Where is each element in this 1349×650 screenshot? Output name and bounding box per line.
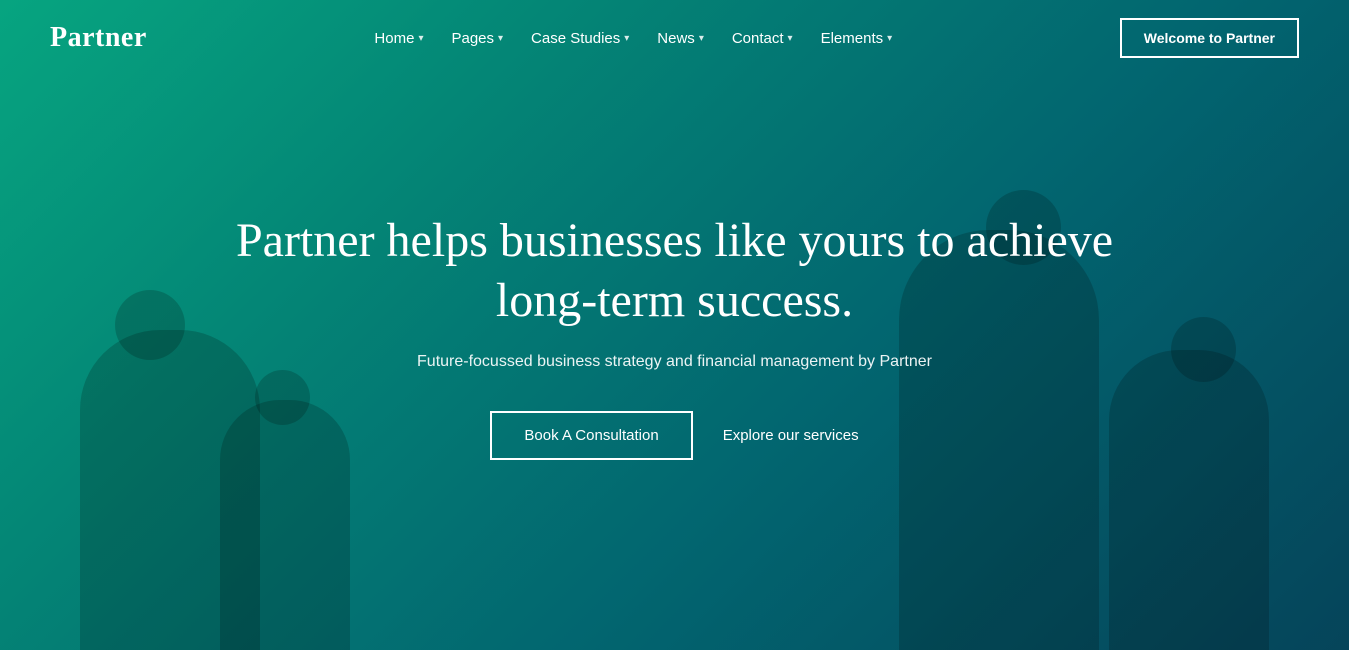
nav-link-case-studies[interactable]: Case Studies ▾ [521, 24, 639, 53]
hero-subheadline: Future-focussed business strategy and fi… [200, 353, 1149, 371]
nav-item-pages[interactable]: Pages ▾ [441, 24, 513, 53]
nav-item-home[interactable]: Home ▾ [364, 24, 433, 53]
chevron-down-icon: ▾ [699, 33, 704, 44]
chevron-down-icon: ▾ [418, 33, 423, 44]
nav-link-pages[interactable]: Pages ▾ [441, 24, 513, 53]
explore-services-link[interactable]: Explore our services [723, 427, 859, 444]
nav-link-elements[interactable]: Elements ▾ [811, 24, 903, 53]
nav-cta-button[interactable]: Welcome to Partner [1120, 18, 1299, 58]
chevron-down-icon: ▾ [887, 33, 892, 44]
hero-buttons: Book A Consultation Explore our services [200, 411, 1149, 460]
hero-headline: Partner helps businesses like yours to a… [200, 211, 1149, 331]
nav-links: Home ▾ Pages ▾ Case Studies ▾ News [364, 24, 902, 53]
main-nav: Partner Home ▾ Pages ▾ Case Studies ▾ [0, 0, 1349, 76]
nav-item-case-studies[interactable]: Case Studies ▾ [521, 24, 639, 53]
nav-link-news[interactable]: News ▾ [647, 24, 714, 53]
chevron-down-icon: ▾ [624, 33, 629, 44]
nav-item-contact[interactable]: Contact ▾ [722, 24, 803, 53]
hero-section: Partner Home ▾ Pages ▾ Case Studies ▾ [0, 0, 1349, 650]
site-logo[interactable]: Partner [50, 22, 147, 54]
nav-link-contact[interactable]: Contact ▾ [722, 24, 803, 53]
book-consultation-button[interactable]: Book A Consultation [490, 411, 692, 460]
chevron-down-icon: ▾ [498, 33, 503, 44]
hero-content: Partner helps businesses like yours to a… [0, 211, 1349, 460]
chevron-down-icon: ▾ [788, 33, 793, 44]
nav-link-home[interactable]: Home ▾ [364, 24, 433, 53]
nav-item-elements[interactable]: Elements ▾ [811, 24, 903, 53]
nav-item-news[interactable]: News ▾ [647, 24, 714, 53]
